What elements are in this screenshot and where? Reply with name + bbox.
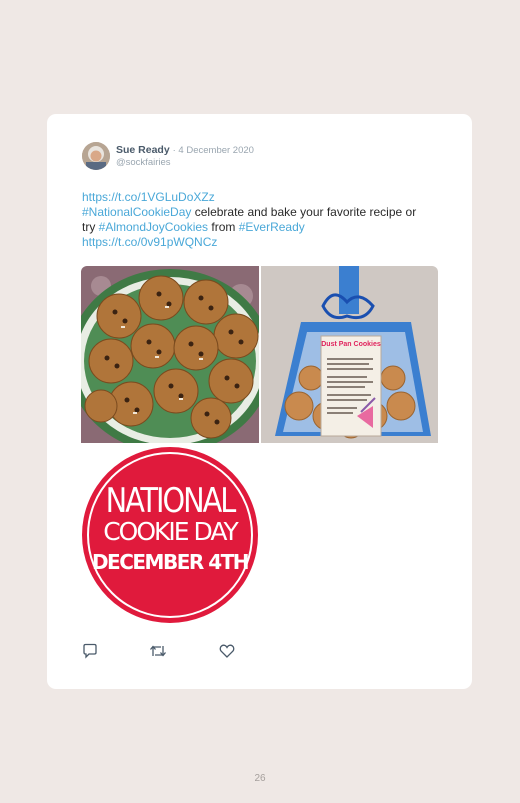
hashtag-national-cookie-day[interactable]: #NationalCookieDay (82, 205, 191, 219)
author-line: Sue Ready · 4 December 2020 (116, 144, 254, 157)
tweet-text: https://t.co/1VGLuDoXZz #NationalCookieD… (82, 190, 422, 250)
reply-icon[interactable] (82, 643, 100, 661)
page-number: 26 (254, 773, 266, 784)
hashtag-ever-ready[interactable]: #EverReady (239, 220, 305, 234)
heart-icon[interactable] (219, 643, 237, 661)
badge-line-3: DECEMBER 4TH (92, 550, 248, 574)
dustpan-cookies-photo[interactable]: Dust Pan Cookies (261, 266, 438, 443)
badge-line-2: COOKIE DAY (103, 517, 239, 546)
tweet-text-part-2: from (208, 220, 239, 234)
cookies-plate-photo[interactable] (81, 266, 259, 443)
avatar[interactable] (82, 142, 110, 170)
author-handle[interactable]: @sockfairies (116, 157, 171, 168)
national-cookie-day-badge[interactable]: NATIONAL COOKIE DAY DECEMBER 4TH (81, 447, 259, 623)
retweet-icon[interactable] (149, 643, 167, 661)
author-name[interactable]: Sue Ready (116, 144, 170, 156)
tweet-link-2[interactable]: https://t.co/0v91pWQNCz (82, 235, 217, 249)
tweet-date[interactable]: · 4 December 2020 (173, 145, 254, 156)
tweet-link-1[interactable]: https://t.co/1VGLuDoXZz (82, 190, 215, 204)
dustpan-label-title: Dust Pan Cookies (321, 341, 381, 348)
badge-line-1: NATIONAL (106, 481, 237, 520)
tweet-actions (82, 643, 282, 661)
tweet-card: Sue Ready · 4 December 2020 @sockfairies… (47, 114, 472, 689)
hashtag-almond-joy-cookies[interactable]: #AlmondJoyCookies (99, 220, 208, 234)
